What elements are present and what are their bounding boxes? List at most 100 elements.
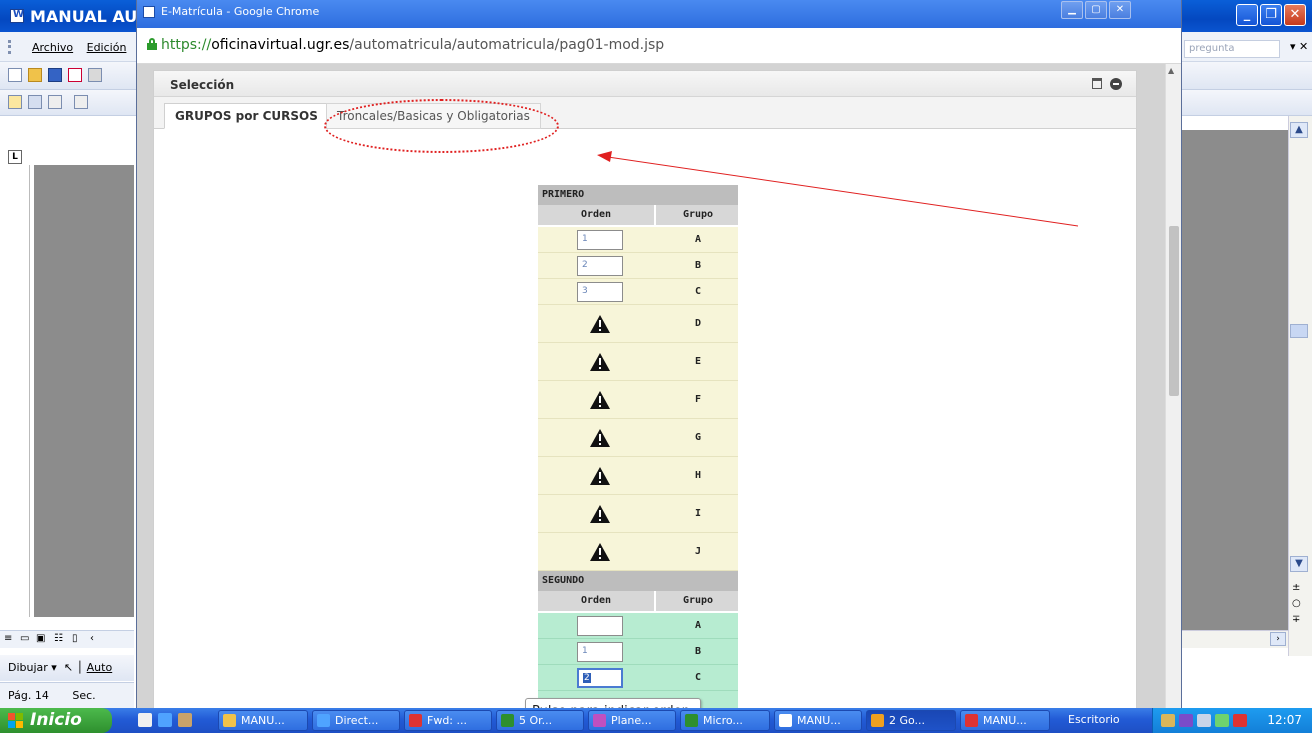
orden-cell [538,419,656,456]
taskbar-button[interactable]: MANU... [218,710,308,731]
column-orden: Orden [538,591,656,611]
close-button[interactable]: ✕ [1284,4,1306,26]
tab-grupos-por-cursos[interactable]: GRUPOS por CURSOS [164,103,329,129]
grupo-cell: B [694,260,702,271]
grupo-cell: F [694,394,702,405]
scroll-right-icon[interactable]: › [1270,632,1286,646]
chrome-minimize-button[interactable]: ▁ [1061,1,1083,19]
order-input[interactable]: 2 [577,668,623,688]
taskbar-button[interactable]: 5 Or... [496,710,584,731]
view-web-icon[interactable]: ▭ [20,633,29,644]
view-outline-icon[interactable]: ☷ [54,633,63,644]
pdf-icon [965,714,978,727]
browse-object-nav[interactable]: ± ○ ∓ [1292,580,1301,628]
taskbar-button[interactable]: MANU... [960,710,1050,731]
clock: 12:07 [1267,713,1302,727]
address-bar[interactable]: https://oficinavirtual.ugr.es/automatric… [137,28,1181,64]
word-window-controls: _ ❐ ✕ [1236,4,1306,26]
menu-edicion[interactable]: Edición [87,41,127,54]
order-input[interactable] [577,616,623,636]
quicklaunch-explorer-icon[interactable] [178,713,192,727]
orden-cell [538,533,656,570]
taskbar-button[interactable]: Micro... [680,710,770,731]
edit-icon[interactable] [48,95,62,109]
view-print-icon[interactable]: ▣ [36,633,45,644]
preview-icon[interactable] [8,95,22,109]
taskbar-button[interactable]: MANU... [774,710,862,731]
order-value: 3 [582,286,588,296]
scroll-down-icon[interactable]: ▼ [1290,556,1308,572]
tray-app-icon[interactable] [1179,714,1193,727]
table-icon[interactable] [28,95,42,109]
minimize-button[interactable]: _ [1236,4,1258,26]
orden-cell [538,495,656,532]
taskbar-button-label: 2 Go... [889,714,926,727]
new-document-icon[interactable] [8,68,22,82]
print-icon[interactable] [88,68,102,82]
grupo-cell: B [694,646,702,657]
tab-troncales-basicas-obligatorias[interactable]: Troncales/Basicas y Obligatorias [326,103,541,129]
draw-menu[interactable]: Dibujar [8,661,48,674]
taskbar-button[interactable]: 2 Go... [866,710,956,731]
collapse-icon[interactable] [1110,78,1122,90]
tray-antivirus-icon[interactable] [1233,714,1247,727]
column-header-row: Orden Grupo [538,205,738,225]
order-value: 2 [582,260,588,270]
chrome-popup-window: E-Matrícula - Google Chrome ▁ ▢ ✕ https:… [136,0,1182,726]
save-icon[interactable] [48,68,62,82]
view-normal-icon[interactable]: ≡ [4,633,12,644]
taskbar-button[interactable]: Plane... [588,710,676,731]
scrollbar-thumb[interactable] [1290,324,1308,338]
table-row: 1B [538,639,738,665]
url-path: /automatricula/automatricula/pag01-mod.j… [349,37,665,53]
page-icon[interactable] [74,95,88,109]
scroll-left-icon[interactable]: ‹ [90,633,94,644]
tab-selector[interactable]: L [8,150,22,164]
tray-security-icon[interactable] [1215,714,1229,727]
orden-cell [538,343,656,380]
url-text[interactable]: https://oficinavirtual.ugr.es/automatric… [161,37,664,53]
chrome-scrollbar-thumb[interactable] [1169,226,1179,396]
menu-archivo[interactable]: Archivo [32,41,73,54]
panel-header: Selección [154,71,1136,97]
open-folder-icon[interactable] [28,68,42,82]
restore-button[interactable]: ❐ [1260,4,1282,26]
trash-icon[interactable] [1092,78,1102,89]
quicklaunch-email-icon[interactable] [138,713,152,727]
orden-cell [538,305,656,342]
chrome-vertical-scrollbar[interactable]: ▲ [1165,64,1181,708]
help-question-input[interactable]: pregunta [1184,40,1280,58]
ie-icon [317,714,330,727]
scroll-up-icon[interactable]: ▲ [1290,122,1308,138]
orden-cell: 3 [538,279,656,304]
table-row: A [538,613,738,639]
taskbar-button[interactable]: Direct... [312,710,400,731]
order-input[interactable]: 1 [577,642,623,662]
tray-network-icon[interactable] [1161,714,1175,727]
chrome-window-title: E-Matrícula - Google Chrome [161,5,320,18]
order-input[interactable]: 2 [577,256,623,276]
word-vertical-scrollbar[interactable] [1288,116,1312,656]
lock-icon [147,38,157,50]
chrome-close-button[interactable]: ✕ [1109,1,1131,19]
taskbar-button[interactable]: Fwd: ... [404,710,492,731]
start-button[interactable]: Inicio [0,708,112,733]
column-orden: Orden [538,205,656,225]
view-reading-icon[interactable]: ▯ [72,633,78,644]
word-app-icon [10,9,24,23]
view-buttons-bar: ≡ ▭ ▣ ☷ ▯ ‹ [0,630,134,648]
order-input[interactable]: 1 [577,230,623,250]
toolbar-grip [8,40,11,54]
tray-volume-icon[interactable] [1197,714,1211,727]
permission-icon[interactable] [68,68,82,82]
desktop-toolbar[interactable]: Escritorio [1068,713,1120,726]
chrome-scroll-up-icon[interactable]: ▲ [1168,66,1174,75]
chrome-maximize-button[interactable]: ▢ [1085,1,1107,19]
warning-icon [589,466,611,486]
order-input[interactable]: 3 [577,282,623,302]
close-document-icon[interactable]: ▾ ✕ [1290,40,1308,53]
autoshapes-menu[interactable]: Auto [87,661,113,674]
quicklaunch-ie-icon[interactable] [158,713,172,727]
table-row: D [538,305,738,343]
orden-cell: 2 [538,253,656,278]
